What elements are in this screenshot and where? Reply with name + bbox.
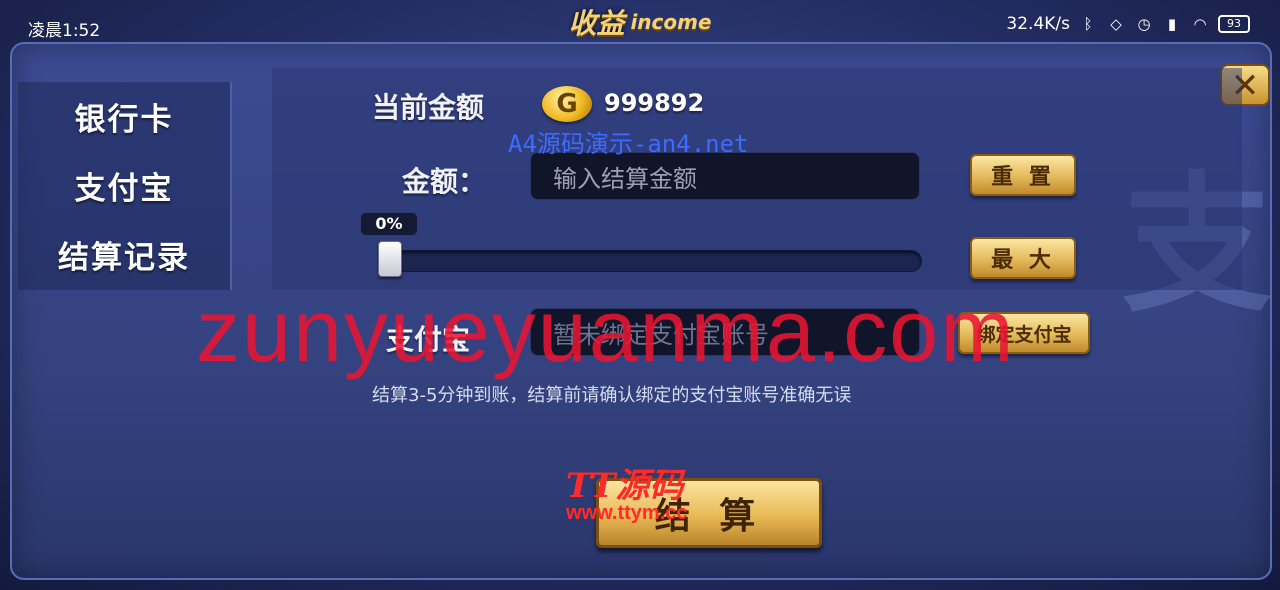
title-cn: 收益 <box>568 7 625 40</box>
max-button[interactable]: 最 大 <box>970 237 1076 279</box>
slider-percent-label: 0% <box>360 212 418 236</box>
sidebar-item-settlement-records[interactable]: 结算记录 <box>18 220 230 289</box>
reset-button[interactable]: 重 置 <box>970 154 1076 196</box>
amount-input[interactable]: 输入结算金额 <box>530 152 920 200</box>
network-speed: 32.4K/s <box>1006 14 1070 34</box>
status-time: 凌晨1:52 <box>28 21 101 41</box>
watermark-a4: A4源码演示-an4.net <box>508 130 749 158</box>
wifi-icon: ◠ <box>1193 15 1207 33</box>
amount-slider-track[interactable] <box>378 250 922 272</box>
battery-level: 93 <box>1227 17 1241 30</box>
watermark-tt: TT源码 <box>566 466 684 506</box>
title-plate: 收益 income <box>548 2 732 42</box>
alarm-icon: ◷ <box>1137 15 1151 33</box>
sidebar-item-alipay[interactable]: 支付宝 <box>18 151 230 220</box>
amount-label: 金额： <box>402 165 487 198</box>
signal-icon: ▮ <box>1167 15 1177 33</box>
game-screen: 凌晨1:52 32.4K/s ᛒ ◇ ◷ ▮ ◠ 93 支 ✕ 收益 incom… <box>0 0 1280 590</box>
sidebar: 银行卡 支付宝 结算记录 <box>18 82 232 290</box>
balance-label: 当前金额 <box>372 91 485 124</box>
mute-icon: ◇ <box>1110 15 1122 33</box>
battery-icon: 93 <box>1218 15 1250 33</box>
status-right: 32.4K/s ᛒ ◇ ◷ ▮ ◠ 93 <box>1006 14 1250 34</box>
gold-coin-icon: G <box>542 86 592 122</box>
watermark-tt-url: www.ttym.cc <box>566 502 688 524</box>
title-en: income <box>630 10 712 34</box>
bluetooth-icon: ᛒ <box>1083 15 1093 33</box>
amount-slider-handle[interactable] <box>378 241 402 277</box>
sidebar-item-bank-card[interactable]: 银行卡 <box>18 82 230 151</box>
watermark-zunyue: zunyueyuanma.com <box>196 281 1016 380</box>
settlement-note: 结算3-5分钟到账，结算前请确认绑定的支付宝账号准确无误 <box>372 385 852 406</box>
balance-value: 999892 <box>604 89 705 117</box>
